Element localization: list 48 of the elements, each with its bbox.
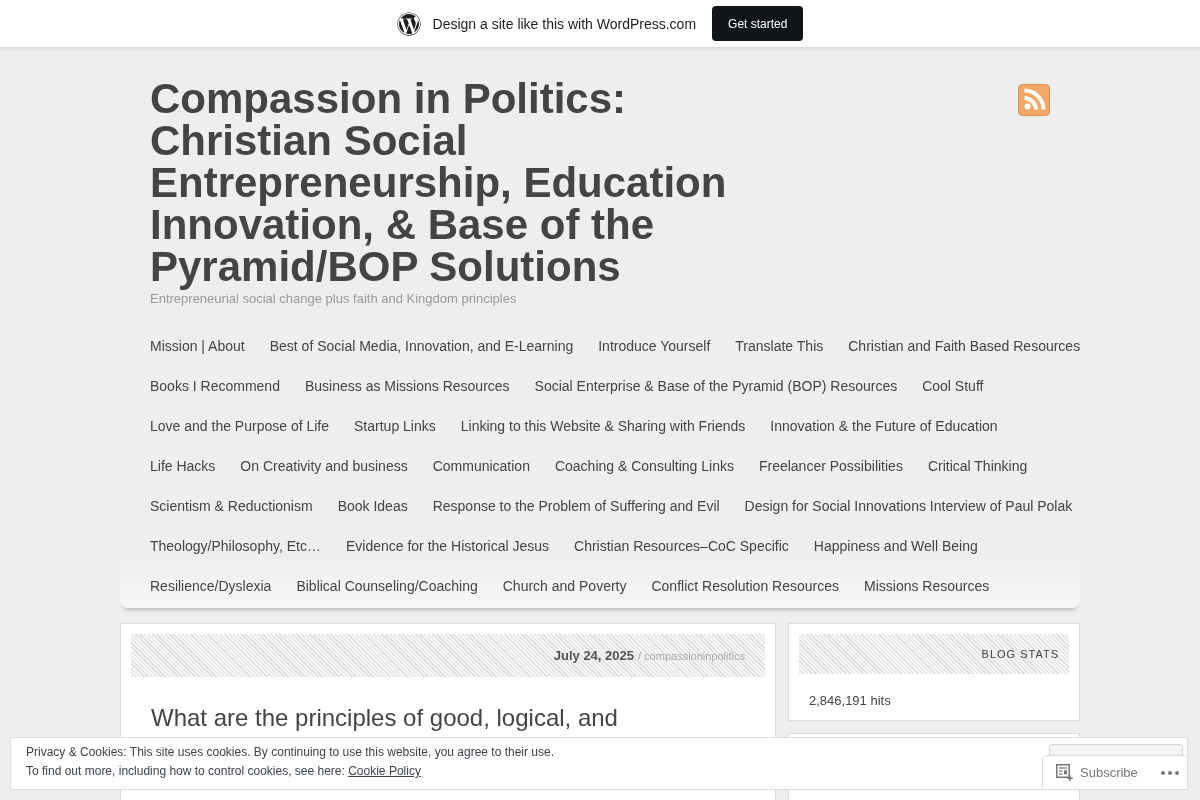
- nav-link[interactable]: Evidence for the Historical Jesus: [345, 526, 550, 566]
- nav-link[interactable]: Missions Resources: [864, 566, 990, 606]
- nav-link[interactable]: Love and the Purpose of Life: [150, 406, 330, 446]
- rss-feed-icon[interactable]: [1018, 84, 1050, 116]
- nav-link[interactable]: Response to the Problem of Suffering and Evil: [432, 486, 720, 526]
- nav-link[interactable]: Christian Resources–CoC Specific: [574, 526, 789, 566]
- nav-link[interactable]: Social Enterprise & Base of the Pyramid (BOP) Resources: [534, 366, 898, 406]
- widget-title: BLOG STATS: [981, 648, 1059, 660]
- nav-link[interactable]: Coaching & Consulting Links: [554, 446, 734, 486]
- post-title[interactable]: What are the principles of good, logical, and: [151, 704, 765, 732]
- nav-link[interactable]: Innovation & the Future of Education: [770, 406, 998, 446]
- logo-icon[interactable]: [396, 11, 421, 36]
- hits-count: 2,846,191 hits: [809, 692, 892, 710]
- subscribe-button[interactable]: Subscribe: [1056, 764, 1138, 781]
- nav-link[interactable]: Mission | About: [150, 326, 245, 366]
- nav-link[interactable]: Startup Links: [354, 406, 436, 446]
- nav-link[interactable]: Life Hacks: [150, 446, 216, 486]
- nav-link[interactable]: Best of Social Media, Innovation, and E-Learning: [269, 326, 574, 366]
- nav-link[interactable]: Theology/Philosophy, Etc…: [150, 526, 321, 566]
- nav-link[interactable]: Biblical Counseling/Coaching: [296, 566, 478, 606]
- document-plus-icon: [1056, 764, 1073, 781]
- nav-link[interactable]: Linking to this Website & Sharing with Friends: [460, 406, 746, 446]
- more-icon[interactable]: [1161, 770, 1179, 775]
- cookie-policy-text: To find out more, including how to control cookies, see here: Cookie Policy: [26, 763, 421, 780]
- site-title[interactable]: Compassion in Politics: Christian Social Entrepreneurship, Education Innovation, & Base of the Pyramid/BOP Solutions: [150, 78, 770, 288]
- nav-link[interactable]: Church and Poverty: [502, 566, 627, 606]
- get-started-button[interactable]: Get started: [712, 6, 804, 41]
- site-tagline: Entrepreneurial social change plus faith and Kingdom principles: [150, 290, 518, 308]
- nav-link[interactable]: Scientism & Reductionism: [150, 486, 313, 526]
- nav-link[interactable]: Resilience/Dyslexia: [150, 566, 272, 606]
- cookie-policy-link[interactable]: Cookie Policy: [348, 764, 421, 778]
- nav-link[interactable]: Communication: [432, 446, 530, 486]
- nav-link[interactable]: Translate This: [735, 326, 824, 366]
- nav-link[interactable]: Freelancer Possibilities: [758, 446, 903, 486]
- nav-link[interactable]: Design for Social Innovations Interview of Paul Polak: [744, 486, 1073, 526]
- nav-link[interactable]: Business as Missions Resources: [304, 366, 510, 406]
- promo-text: Design a site like this with WordPress.com: [432, 15, 697, 32]
- nav-link[interactable]: Introduce Yourself: [598, 326, 711, 366]
- nav-link[interactable]: Happiness and Well Being: [813, 526, 978, 566]
- nav-link[interactable]: Conflict Resolution Resources: [651, 566, 839, 606]
- nav-link[interactable]: Critical Thinking: [927, 446, 1028, 486]
- nav-link[interactable]: On Creativity and business: [240, 446, 408, 486]
- post-date[interactable]: July 24, 2025: [553, 648, 634, 663]
- nav-link[interactable]: Christian and Faith Based Resources: [848, 326, 1081, 366]
- nav-link[interactable]: Cool Stuff: [922, 366, 984, 406]
- cookie-notice-text: Privacy & Cookies: This site uses cookies. By continuing to use this website, you agree to their use.: [26, 744, 555, 761]
- nav-link[interactable]: Book Ideas: [337, 486, 408, 526]
- nav-link[interactable]: Books I Recommend: [150, 366, 280, 406]
